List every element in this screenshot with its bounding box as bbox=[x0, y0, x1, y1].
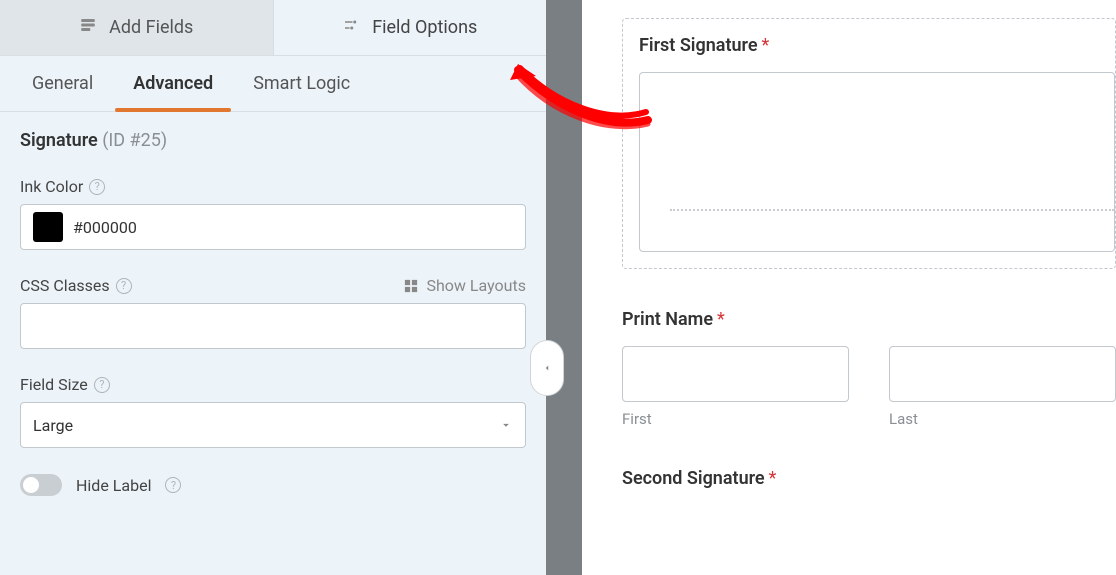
field-size-select[interactable]: Large bbox=[20, 402, 526, 448]
signature-baseline bbox=[670, 209, 1114, 211]
option-css-classes: CSS Classes ? Show Layouts bbox=[20, 276, 526, 349]
option-ink-color: Ink Color ? #000000 bbox=[20, 177, 526, 250]
field-label: Print Name* bbox=[622, 309, 1116, 330]
help-icon[interactable]: ? bbox=[116, 278, 132, 294]
signature-pad[interactable] bbox=[639, 72, 1115, 252]
main-tabs: Add Fields Field Options bbox=[0, 0, 546, 56]
preview-second-signature: Second Signature* bbox=[622, 468, 1116, 489]
help-icon[interactable]: ? bbox=[94, 377, 110, 393]
field-id: (ID #25) bbox=[102, 130, 167, 151]
hide-label-toggle[interactable] bbox=[20, 474, 62, 496]
ink-color-input[interactable]: #000000 bbox=[20, 204, 526, 250]
field-label-text: Second Signature bbox=[622, 468, 765, 489]
hide-label-text: Hide Label bbox=[76, 476, 151, 495]
subtab-smart-logic[interactable]: Smart Logic bbox=[235, 56, 368, 111]
last-name-column: Last bbox=[889, 346, 1116, 428]
css-classes-label: CSS Classes bbox=[20, 276, 110, 295]
preview-print-name: Print Name* First Last bbox=[622, 309, 1116, 428]
help-icon[interactable]: ? bbox=[165, 477, 181, 493]
subtab-advanced[interactable]: Advanced bbox=[115, 56, 231, 111]
preview-first-signature[interactable]: First Signature* bbox=[622, 18, 1116, 269]
field-size-value: Large bbox=[33, 416, 73, 435]
first-name-column: First bbox=[622, 346, 849, 428]
form-icon bbox=[79, 16, 97, 39]
ink-color-label: Ink Color bbox=[20, 177, 83, 196]
first-name-input[interactable] bbox=[622, 346, 849, 402]
panel-divider bbox=[546, 0, 582, 575]
tab-field-options[interactable]: Field Options bbox=[274, 0, 547, 55]
tab-add-fields[interactable]: Add Fields bbox=[0, 0, 274, 55]
sidebar-panel: Add Fields Field Options General Advance… bbox=[0, 0, 546, 575]
color-swatch[interactable] bbox=[33, 212, 63, 242]
required-asterisk: * bbox=[769, 468, 777, 489]
field-label-text: Print Name bbox=[622, 309, 713, 330]
options-body: Signature (ID #25) Ink Color ? #000000 bbox=[0, 112, 546, 575]
subtab-general[interactable]: General bbox=[14, 56, 111, 111]
collapse-handle[interactable] bbox=[530, 340, 564, 396]
first-name-sublabel: First bbox=[622, 410, 849, 428]
field-header: Signature (ID #25) bbox=[20, 130, 526, 151]
tab-label: Field Options bbox=[372, 17, 477, 38]
ink-color-value: #000000 bbox=[73, 218, 137, 237]
tab-label: Add Fields bbox=[109, 17, 193, 38]
show-layouts-button[interactable]: Show Layouts bbox=[404, 276, 526, 295]
last-name-sublabel: Last bbox=[889, 410, 1116, 428]
field-label-text: First Signature bbox=[639, 35, 758, 56]
option-field-size: Field Size ? Large bbox=[20, 375, 526, 448]
chevron-left-icon bbox=[542, 361, 552, 375]
sliders-icon bbox=[342, 16, 360, 39]
css-classes-input[interactable] bbox=[20, 303, 526, 349]
required-asterisk: * bbox=[762, 35, 770, 56]
form-preview: First Signature* Print Name* First Last bbox=[582, 0, 1116, 575]
sub-tabs: General Advanced Smart Logic bbox=[0, 56, 546, 112]
field-label: Second Signature* bbox=[622, 468, 1116, 489]
field-type-name: Signature bbox=[20, 130, 98, 151]
option-hide-label: Hide Label ? bbox=[20, 474, 526, 496]
required-asterisk: * bbox=[717, 309, 725, 330]
layouts-icon bbox=[404, 279, 418, 293]
field-size-label: Field Size bbox=[20, 375, 88, 394]
show-layouts-label: Show Layouts bbox=[426, 276, 526, 295]
help-icon[interactable]: ? bbox=[89, 179, 105, 195]
chevron-down-icon bbox=[499, 418, 513, 432]
last-name-input[interactable] bbox=[889, 346, 1116, 402]
field-label: First Signature* bbox=[639, 35, 1115, 56]
